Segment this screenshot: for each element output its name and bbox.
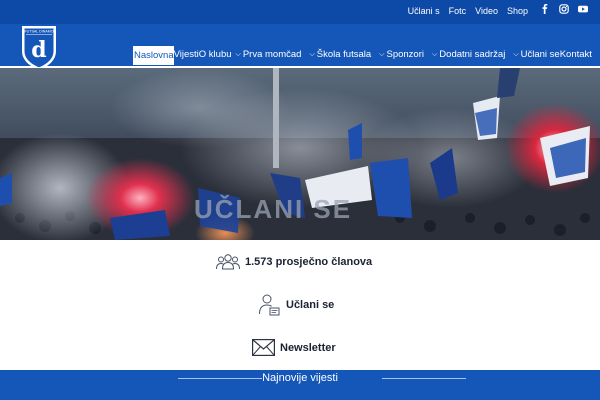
svg-text:d: d [31,37,46,63]
members-label: 1.573 prosječno članova [245,256,373,268]
nav-label: Naslovna [134,49,174,61]
envelope-icon [252,339,275,356]
nav-label: O klubu [198,48,232,60]
nav-item-sponzori[interactable]: ⌵ Sponzori [375,47,428,63]
top-link-shop[interactable]: Shop [507,6,528,16]
svg-text:FUTSAL DINAMO: FUTSAL DINAMO [24,30,53,34]
nav-label: Škola futsala [316,48,372,60]
nav-label: Sponzori [386,48,424,60]
hero-banner: UČLANI SE [0,68,600,240]
facebook-icon[interactable] [540,4,550,14]
nav-label: Kontakt [559,48,592,60]
instagram-icon[interactable] [559,4,569,14]
top-bar: Učlani s Fotc Video Shop [0,0,600,24]
nav-item-vijesti[interactable]: Vijesti [174,47,199,63]
supporters-banner-photo: UČLANI SE [0,68,600,240]
nav-item-o-klubu[interactable]: O klubu [199,47,232,63]
nav-item-prva-momcad[interactable]: ⌵ Prva momčad [232,47,306,63]
nav-label: Vijesti [173,48,199,60]
divider-right [382,378,466,379]
top-links: Učlani s Fotc Video Shop [408,6,528,16]
nav-item-kontakt[interactable]: Kontakt [560,47,592,63]
top-link-join[interactable]: Učlani s [408,6,440,16]
chevron-down-icon: ⌵ [309,50,315,58]
join-link[interactable]: Učlani se [258,293,334,317]
members-count: 1.573 prosječno članova [215,252,372,272]
newsletter-label: Newsletter [280,341,336,354]
nav-label: Prva momčad [242,48,302,60]
user-join-icon [259,294,280,316]
chevron-down-icon: ⌵ [431,50,438,58]
main-header: FUTSAL DINAMO d Naslovna Vijesti O klubu… [0,24,600,71]
nav-item-skola-futsala[interactable]: ⌵ Škola futsala [305,47,375,63]
nav-label: Učlani se [520,48,560,60]
join-label: Učlani se [286,299,335,311]
newsletter-link[interactable]: Newsletter [252,339,336,356]
chevron-down-icon: ⌵ [235,50,241,58]
top-link-photo[interactable]: Fotc [449,6,467,16]
news-section-header: Najnovije vijesti [0,370,600,400]
chevron-down-icon: ⌵ [513,50,519,58]
nav-item-naslovna[interactable]: Naslovna [133,46,174,65]
news-section-title: Najnovije vijesti [262,372,338,384]
social-links [540,4,588,14]
nav-item-dodatni-sadrzaj[interactable]: ⌵ Dodatni sadržaj [428,47,509,63]
club-crest-logo[interactable]: FUTSAL DINAMO d [20,24,58,71]
nav-label: Dodatni sadržaj [439,48,506,60]
nav-item-uclani-se[interactable]: ⌵ Učlani se [509,47,559,63]
youtube-icon[interactable] [578,4,588,14]
top-link-video[interactable]: Video [475,6,498,16]
main-nav: Naslovna Vijesti O klubu ⌵ Prva momčad ⌵… [133,44,592,65]
group-icon [216,254,240,270]
svg-text:UČLANI SE: UČLANI SE [194,194,352,224]
chevron-down-icon: ⌵ [379,50,385,58]
